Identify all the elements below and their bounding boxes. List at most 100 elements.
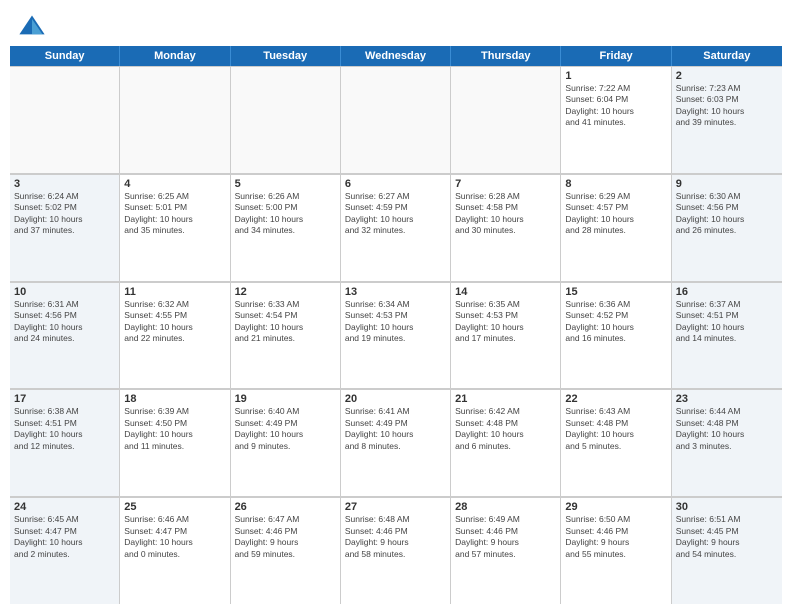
- day-number: 12: [235, 286, 336, 298]
- week-row-2: 3Sunrise: 6:24 AM Sunset: 5:02 PM Daylig…: [10, 174, 782, 282]
- day-number: 22: [565, 393, 666, 405]
- day-info: Sunrise: 6:37 AM Sunset: 4:51 PM Dayligh…: [676, 299, 778, 345]
- day-number: 19: [235, 393, 336, 405]
- day-number: 11: [124, 286, 225, 298]
- calendar-header: SundayMondayTuesdayWednesdayThursdayFrid…: [10, 46, 782, 66]
- day-info: Sunrise: 6:48 AM Sunset: 4:46 PM Dayligh…: [345, 514, 446, 560]
- day-info: Sunrise: 6:40 AM Sunset: 4:49 PM Dayligh…: [235, 406, 336, 452]
- day-cell-30: 30Sunrise: 6:51 AM Sunset: 4:45 PM Dayli…: [672, 498, 782, 604]
- day-info: Sunrise: 6:51 AM Sunset: 4:45 PM Dayligh…: [676, 514, 778, 560]
- day-cell-7: 7Sunrise: 6:28 AM Sunset: 4:58 PM Daylig…: [451, 175, 561, 281]
- day-cell-2: 2Sunrise: 7:23 AM Sunset: 6:03 PM Daylig…: [672, 67, 782, 173]
- day-number: 27: [345, 501, 446, 513]
- day-info: Sunrise: 6:45 AM Sunset: 4:47 PM Dayligh…: [14, 514, 115, 560]
- day-cell-26: 26Sunrise: 6:47 AM Sunset: 4:46 PM Dayli…: [231, 498, 341, 604]
- day-cell-14: 14Sunrise: 6:35 AM Sunset: 4:53 PM Dayli…: [451, 283, 561, 389]
- day-number: 10: [14, 286, 115, 298]
- day-cell-28: 28Sunrise: 6:49 AM Sunset: 4:46 PM Dayli…: [451, 498, 561, 604]
- day-cell-12: 12Sunrise: 6:33 AM Sunset: 4:54 PM Dayli…: [231, 283, 341, 389]
- day-number: 8: [565, 178, 666, 190]
- day-info: Sunrise: 6:26 AM Sunset: 5:00 PM Dayligh…: [235, 191, 336, 237]
- day-number: 29: [565, 501, 666, 513]
- day-cell-17: 17Sunrise: 6:38 AM Sunset: 4:51 PM Dayli…: [10, 390, 120, 496]
- day-number: 24: [14, 501, 115, 513]
- day-number: 28: [455, 501, 556, 513]
- day-number: 16: [676, 286, 778, 298]
- day-number: 25: [124, 501, 225, 513]
- day-number: 26: [235, 501, 336, 513]
- day-info: Sunrise: 6:47 AM Sunset: 4:46 PM Dayligh…: [235, 514, 336, 560]
- day-info: Sunrise: 6:29 AM Sunset: 4:57 PM Dayligh…: [565, 191, 666, 237]
- day-info: Sunrise: 6:28 AM Sunset: 4:58 PM Dayligh…: [455, 191, 556, 237]
- day-cell-3: 3Sunrise: 6:24 AM Sunset: 5:02 PM Daylig…: [10, 175, 120, 281]
- day-cell-20: 20Sunrise: 6:41 AM Sunset: 4:49 PM Dayli…: [341, 390, 451, 496]
- day-number: 3: [14, 178, 115, 190]
- day-info: Sunrise: 6:25 AM Sunset: 5:01 PM Dayligh…: [124, 191, 225, 237]
- day-cell-23: 23Sunrise: 6:44 AM Sunset: 4:48 PM Dayli…: [672, 390, 782, 496]
- day-number: 18: [124, 393, 225, 405]
- day-info: Sunrise: 6:39 AM Sunset: 4:50 PM Dayligh…: [124, 406, 225, 452]
- calendar: SundayMondayTuesdayWednesdayThursdayFrid…: [0, 46, 792, 612]
- day-info: Sunrise: 6:30 AM Sunset: 4:56 PM Dayligh…: [676, 191, 778, 237]
- week-row-4: 17Sunrise: 6:38 AM Sunset: 4:51 PM Dayli…: [10, 389, 782, 497]
- empty-cell: [451, 67, 561, 173]
- day-number: 6: [345, 178, 446, 190]
- empty-cell: [231, 67, 341, 173]
- day-info: Sunrise: 6:46 AM Sunset: 4:47 PM Dayligh…: [124, 514, 225, 560]
- day-cell-13: 13Sunrise: 6:34 AM Sunset: 4:53 PM Dayli…: [341, 283, 451, 389]
- day-cell-4: 4Sunrise: 6:25 AM Sunset: 5:01 PM Daylig…: [120, 175, 230, 281]
- week-row-3: 10Sunrise: 6:31 AM Sunset: 4:56 PM Dayli…: [10, 282, 782, 390]
- day-info: Sunrise: 6:41 AM Sunset: 4:49 PM Dayligh…: [345, 406, 446, 452]
- day-number: 5: [235, 178, 336, 190]
- day-number: 15: [565, 286, 666, 298]
- day-number: 20: [345, 393, 446, 405]
- empty-cell: [10, 67, 120, 173]
- header-day-friday: Friday: [561, 46, 671, 66]
- day-cell-19: 19Sunrise: 6:40 AM Sunset: 4:49 PM Dayli…: [231, 390, 341, 496]
- day-cell-15: 15Sunrise: 6:36 AM Sunset: 4:52 PM Dayli…: [561, 283, 671, 389]
- day-number: 13: [345, 286, 446, 298]
- week-row-1: 1Sunrise: 7:22 AM Sunset: 6:04 PM Daylig…: [10, 66, 782, 174]
- day-info: Sunrise: 6:35 AM Sunset: 4:53 PM Dayligh…: [455, 299, 556, 345]
- day-info: Sunrise: 6:27 AM Sunset: 4:59 PM Dayligh…: [345, 191, 446, 237]
- day-number: 21: [455, 393, 556, 405]
- day-cell-1: 1Sunrise: 7:22 AM Sunset: 6:04 PM Daylig…: [561, 67, 671, 173]
- page: SundayMondayTuesdayWednesdayThursdayFrid…: [0, 0, 792, 612]
- day-info: Sunrise: 6:38 AM Sunset: 4:51 PM Dayligh…: [14, 406, 115, 452]
- day-cell-6: 6Sunrise: 6:27 AM Sunset: 4:59 PM Daylig…: [341, 175, 451, 281]
- day-info: Sunrise: 6:42 AM Sunset: 4:48 PM Dayligh…: [455, 406, 556, 452]
- day-info: Sunrise: 6:49 AM Sunset: 4:46 PM Dayligh…: [455, 514, 556, 560]
- day-cell-11: 11Sunrise: 6:32 AM Sunset: 4:55 PM Dayli…: [120, 283, 230, 389]
- day-info: Sunrise: 6:24 AM Sunset: 5:02 PM Dayligh…: [14, 191, 115, 237]
- day-number: 17: [14, 393, 115, 405]
- day-cell-29: 29Sunrise: 6:50 AM Sunset: 4:46 PM Dayli…: [561, 498, 671, 604]
- day-info: Sunrise: 7:23 AM Sunset: 6:03 PM Dayligh…: [676, 83, 778, 129]
- day-info: Sunrise: 6:36 AM Sunset: 4:52 PM Dayligh…: [565, 299, 666, 345]
- calendar-body: 1Sunrise: 7:22 AM Sunset: 6:04 PM Daylig…: [10, 66, 782, 604]
- day-number: 4: [124, 178, 225, 190]
- day-info: Sunrise: 6:50 AM Sunset: 4:46 PM Dayligh…: [565, 514, 666, 560]
- day-cell-24: 24Sunrise: 6:45 AM Sunset: 4:47 PM Dayli…: [10, 498, 120, 604]
- day-info: Sunrise: 6:31 AM Sunset: 4:56 PM Dayligh…: [14, 299, 115, 345]
- day-cell-27: 27Sunrise: 6:48 AM Sunset: 4:46 PM Dayli…: [341, 498, 451, 604]
- day-info: Sunrise: 6:32 AM Sunset: 4:55 PM Dayligh…: [124, 299, 225, 345]
- day-number: 23: [676, 393, 778, 405]
- empty-cell: [341, 67, 451, 173]
- empty-cell: [120, 67, 230, 173]
- day-number: 30: [676, 501, 778, 513]
- header-day-sunday: Sunday: [10, 46, 120, 66]
- day-cell-21: 21Sunrise: 6:42 AM Sunset: 4:48 PM Dayli…: [451, 390, 561, 496]
- day-number: 2: [676, 70, 778, 82]
- day-info: Sunrise: 6:33 AM Sunset: 4:54 PM Dayligh…: [235, 299, 336, 345]
- day-number: 9: [676, 178, 778, 190]
- header-day-thursday: Thursday: [451, 46, 561, 66]
- day-number: 1: [565, 70, 666, 82]
- day-number: 7: [455, 178, 556, 190]
- day-cell-22: 22Sunrise: 6:43 AM Sunset: 4:48 PM Dayli…: [561, 390, 671, 496]
- logo: [18, 12, 52, 40]
- week-row-5: 24Sunrise: 6:45 AM Sunset: 4:47 PM Dayli…: [10, 497, 782, 604]
- day-number: 14: [455, 286, 556, 298]
- day-cell-8: 8Sunrise: 6:29 AM Sunset: 4:57 PM Daylig…: [561, 175, 671, 281]
- header-day-wednesday: Wednesday: [341, 46, 451, 66]
- day-info: Sunrise: 6:43 AM Sunset: 4:48 PM Dayligh…: [565, 406, 666, 452]
